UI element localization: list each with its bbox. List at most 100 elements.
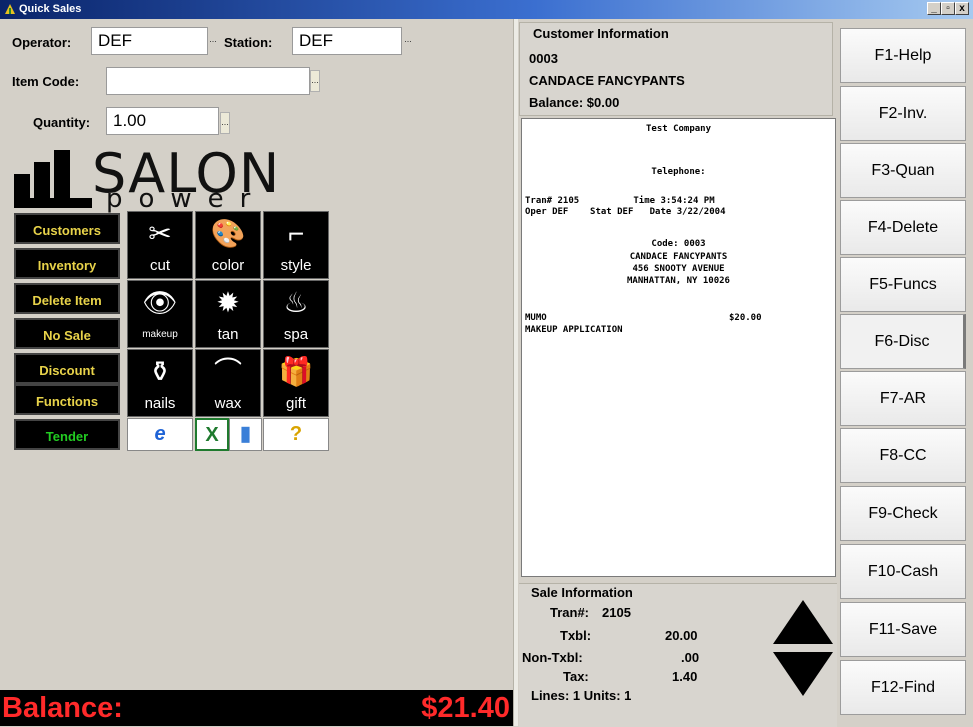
functions-button[interactable]: Functions [14,384,120,415]
receipt-item-desc: MAKEUP APPLICATION [525,325,623,335]
nails-label: nails [144,395,176,412]
gift-icon: 🎁 [278,356,314,387]
tender-button[interactable]: Tender [14,419,120,450]
operator-label: Operator: [12,35,72,50]
inventory-button[interactable]: Inventory [14,248,120,279]
customer-info-group: Customer Information 0003 CANDACE FANCYP… [519,22,833,116]
customer-id: 0003 [529,51,558,66]
eye-icon: 👁 [142,287,178,318]
panel-splitter[interactable] [513,19,518,726]
f12-find-button[interactable]: F12-Find [840,660,966,715]
cut-label: cut [149,257,170,274]
txbl-value: 20.00 [665,628,698,643]
station-field[interactable]: DEF [292,27,402,55]
customer-balance: Balance: $0.00 [529,95,620,110]
excel-icon[interactable]: X [195,418,229,451]
operator-lookup-button[interactable]: ... [208,30,218,52]
sun-icon: ✹ [216,287,240,318]
phone-icon[interactable]: ▮ [229,418,262,451]
nontxbl-value: .00 [681,650,700,665]
hair-dryer-icon: ⌐ [287,218,305,249]
receipt-address1: 456 SNOOTY AVENUE [632,264,725,274]
style-service-button[interactable]: ⌐ style [263,211,329,279]
receipt-company: Test Company [645,124,712,134]
receipt-item-code: MUMO [525,313,547,323]
f6-discount-button[interactable]: F6-Disc [840,314,966,369]
nail-polish-icon: ⚱ [148,356,172,387]
operator-field[interactable]: DEF [91,27,208,55]
quantity-label: Quantity: [33,115,91,130]
customers-button[interactable]: Customers [14,213,120,244]
help-icon[interactable]: ? [263,418,329,451]
nontxbl-label: Non-Txbl: [522,650,583,665]
delete-item-button[interactable]: Delete Item [14,283,120,314]
balance-value: $21.40 [421,692,510,724]
receipt-code: Code: 0003 [651,239,706,249]
f9-check-button[interactable]: F9-Check [840,486,966,541]
customer-info-title: Customer Information [530,26,672,41]
gift-label: gift [285,395,306,412]
receipt-telephone: Telephone: [651,167,706,177]
receipt-item-price: $20.00 [729,313,762,323]
f8-cc-button[interactable]: F8-CC [840,428,966,483]
txbl-label: Txbl: [560,628,592,643]
steam-icon: ♨ [283,287,309,318]
spa-label: spa [283,326,309,343]
tan-service-button[interactable]: ✹ tan [195,280,261,348]
scroll-down-arrow-icon[interactable] [773,652,833,696]
gift-service-button[interactable]: 🎁 gift [263,349,329,417]
logo-mark-icon [14,150,92,208]
app-icon [5,4,15,14]
spa-service-button[interactable]: ♨ spa [263,280,329,348]
tran-label: Tran#: [550,605,590,620]
color-service-button[interactable]: 🎨 color [195,211,261,279]
palette-icon: 🎨 [210,218,246,249]
item-code-lookup-button[interactable]: ... [310,70,320,92]
brow-icon: ⌒ [213,356,242,387]
color-label: color [211,257,245,274]
f11-save-button[interactable]: F11-Save [840,602,966,657]
station-label: Station: [224,35,273,50]
customer-name: CANDACE FANCYPANTS [529,73,685,88]
station-lookup-button[interactable]: ... [403,30,413,52]
f5-functions-button[interactable]: F5-Funcs [840,257,966,312]
maximize-button[interactable]: ▫ [941,2,955,15]
lines-units: Lines: 1 Units: 1 [531,688,632,703]
salon-power-logo: SALON power [14,142,310,214]
f3-quantity-button[interactable]: F3-Quan [840,143,966,198]
f7-ar-button[interactable]: F7-AR [840,371,966,426]
nails-service-button[interactable]: ⚱ nails [127,349,193,417]
title-bar: Quick Sales _ ▫ x [0,0,973,19]
f1-help-button[interactable]: F1-Help [840,28,966,83]
cut-service-button[interactable]: ✂ cut [127,211,193,279]
discount-button[interactable]: Discount [14,353,120,384]
internet-explorer-icon[interactable]: e [127,418,193,451]
makeup-service-button[interactable]: 👁 makeup [127,280,193,348]
close-button[interactable]: x [955,2,969,15]
receipt-line1: Tran# 2105 Time 3:54:24 PM [525,196,715,206]
tax-value: 1.40 [672,669,698,684]
makeup-label: makeup [142,329,178,340]
tran-value: 2105 [602,605,631,620]
receipt-customer-name: CANDACE FANCYPANTS [629,252,728,262]
no-sale-button[interactable]: No Sale [14,318,120,349]
f2-inventory-button[interactable]: F2-Inv. [840,86,966,141]
receipt-preview: Test Company Telephone: Tran# 2105 Time … [521,118,836,577]
logo-subword: power [106,184,267,214]
f10-cash-button[interactable]: F10-Cash [840,544,966,599]
item-code-label: Item Code: [12,74,80,89]
balance-label: Balance: [2,692,123,724]
scroll-up-arrow-icon[interactable] [773,600,833,644]
quantity-field[interactable]: 1.00 [106,107,219,135]
tax-label: Tax: [563,669,589,684]
sale-info-group: Sale Information Tran#: 2105 Txbl: 20.00… [519,583,837,727]
receipt-address2: MANHATTAN, NY 10026 [627,276,730,286]
quantity-lookup-button[interactable]: ... [220,112,230,134]
sale-info-title: Sale Information [531,585,633,600]
window-title: Quick Sales [19,3,82,15]
item-code-field[interactable] [106,67,310,95]
receipt-line2: Oper DEF Stat DEF Date 3/22/2004 [525,207,726,217]
minimize-button[interactable]: _ [927,2,941,15]
f4-delete-button[interactable]: F4-Delete [840,200,966,255]
wax-service-button[interactable]: ⌒ wax [195,349,261,417]
